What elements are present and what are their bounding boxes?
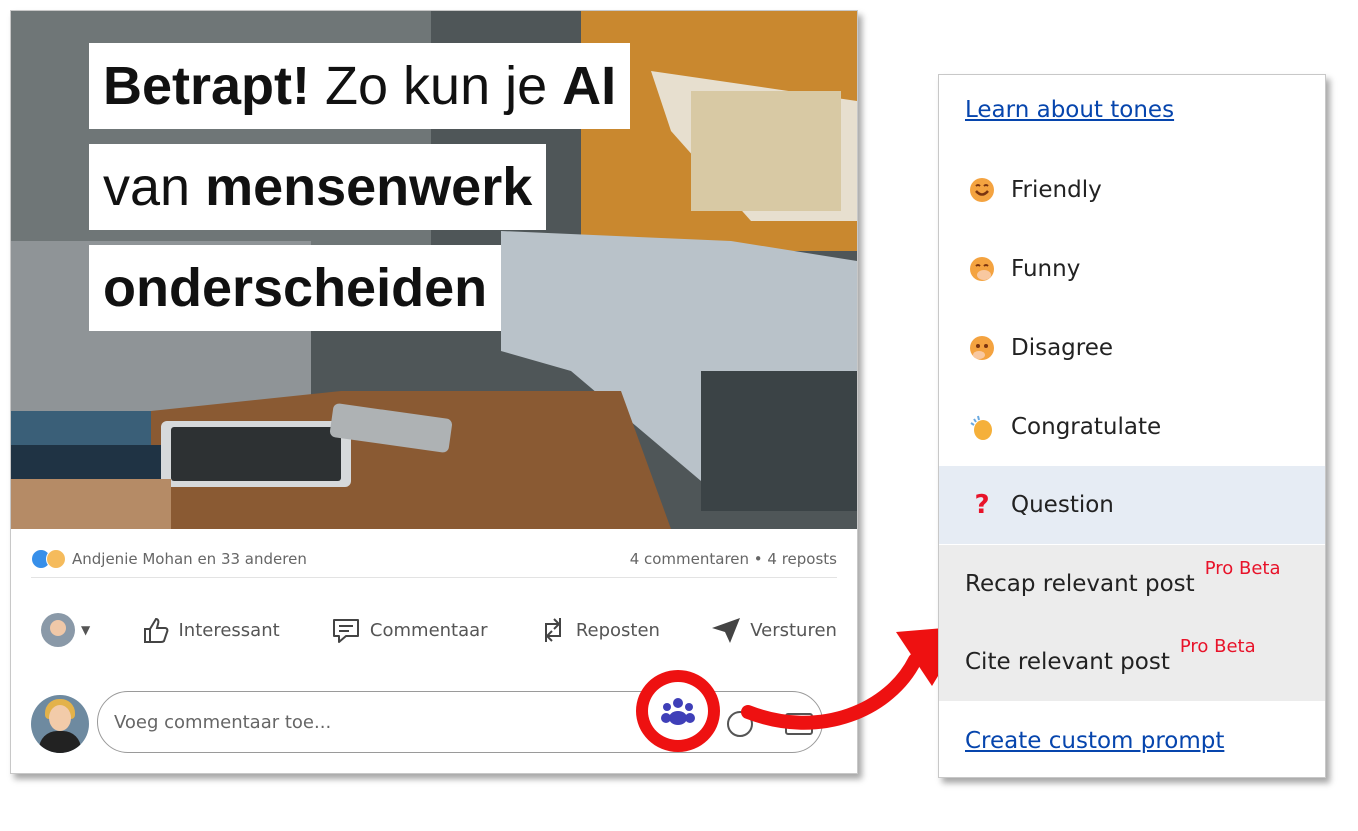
insightful-reaction-icon xyxy=(46,549,66,569)
create-custom-prompt-link[interactable]: Create custom prompt xyxy=(965,728,1224,754)
comment-button[interactable]: Commentaar xyxy=(330,615,488,645)
headline-line-1: Betrapt! Zo kun je AI xyxy=(89,43,631,129)
recap-label: Recap relevant post xyxy=(965,571,1195,597)
comment-label: Commentaar xyxy=(369,619,488,641)
tone-congratulate[interactable]: Congratulate xyxy=(939,388,1325,466)
tone-question-label: Question xyxy=(1011,492,1114,518)
actor-avatar xyxy=(41,613,75,647)
linkedin-post-card: Betrapt! Zo kun je AI van mensenwerk ond… xyxy=(10,10,858,774)
like-button[interactable]: Interessant xyxy=(140,615,280,645)
thumbs-up-icon xyxy=(144,617,169,643)
comment-bubble-icon xyxy=(332,619,359,643)
tone-disagree-label: Disagree xyxy=(1011,335,1114,361)
actor-switcher[interactable]: ▼ xyxy=(41,613,90,647)
avatar-face xyxy=(49,705,71,731)
pro-beta-badge: Pro Beta xyxy=(1204,557,1281,579)
tone-friendly-label: Friendly xyxy=(1011,177,1102,203)
tone-question[interactable]: ? Question xyxy=(939,466,1325,544)
smiling-face-icon xyxy=(967,175,997,205)
pro-beta-badge: Pro Beta xyxy=(1179,635,1256,657)
cite-relevant-post-option[interactable]: Cite relevant post Pro Beta xyxy=(939,623,1325,701)
reactions-text[interactable]: Andjenie Mohan en 33 anderen xyxy=(72,550,307,568)
ai-extension-button[interactable] xyxy=(636,670,720,752)
post-action-bar: ▼ Interessant Commentaar Reposten Verstu… xyxy=(41,605,837,655)
cite-label: Cite relevant post xyxy=(965,649,1170,675)
question-mark-icon: ? xyxy=(974,490,990,520)
emoji-icon[interactable] xyxy=(727,711,753,737)
clapping-hands-icon xyxy=(967,412,997,442)
headline-line-3: onderscheiden xyxy=(89,245,502,331)
user-avatar[interactable] xyxy=(31,695,89,753)
laughing-face-icon xyxy=(967,254,997,284)
repost-button[interactable]: Reposten xyxy=(538,614,660,646)
tones-menu: Learn about tones Friendly Funny Disagre… xyxy=(938,74,1326,778)
repost-arrows-icon xyxy=(544,618,561,642)
avatar-body xyxy=(39,731,81,753)
tone-funny[interactable]: Funny xyxy=(939,230,1325,308)
caret-down-icon: ▼ xyxy=(81,623,91,637)
learn-about-tones-link[interactable]: Learn about tones xyxy=(965,97,1174,123)
send-label: Versturen xyxy=(750,619,837,641)
tone-disagree[interactable]: Disagree xyxy=(939,309,1325,387)
paper-plane-icon xyxy=(712,618,741,643)
tone-congratulate-label: Congratulate xyxy=(1011,414,1162,440)
frowning-face-icon xyxy=(967,333,997,363)
like-label: Interessant xyxy=(178,619,280,641)
people-group-icon xyxy=(661,698,695,725)
social-counts-row: Andjenie Mohan en 33 anderen 4 commentar… xyxy=(31,541,837,578)
tone-friendly[interactable]: Friendly xyxy=(939,151,1325,229)
send-button[interactable]: Versturen xyxy=(710,615,837,645)
post-image[interactable]: Betrapt! Zo kun je AI van mensenwerk ond… xyxy=(11,11,857,529)
recap-relevant-post-option[interactable]: Recap relevant post Pro Beta xyxy=(939,545,1325,623)
comments-reposts-count[interactable]: 4 commentaren • 4 reposts xyxy=(630,550,837,568)
headline-line-2: van mensenwerk xyxy=(89,144,547,230)
repost-label: Reposten xyxy=(575,619,660,641)
tone-funny-label: Funny xyxy=(1011,256,1081,282)
reaction-icons xyxy=(31,549,66,569)
reactions-summary[interactable]: Andjenie Mohan en 33 anderen xyxy=(31,549,307,569)
image-icon[interactable] xyxy=(785,713,813,735)
